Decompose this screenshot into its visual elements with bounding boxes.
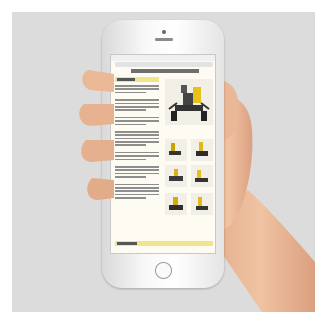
finger-2-shape <box>79 104 114 126</box>
finger-3-shape <box>81 140 114 162</box>
hand-front-illustration <box>79 70 114 200</box>
finger-1-shape <box>82 70 114 92</box>
image-frame <box>0 0 327 324</box>
finger-4-shape <box>87 178 114 200</box>
